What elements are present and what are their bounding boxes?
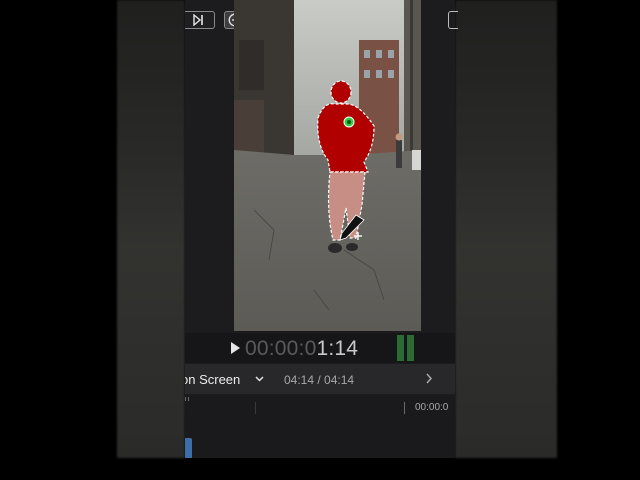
clip-info-bar: on Screen 04:14 / 04:14 — [185, 364, 455, 394]
skip-to-end-button[interactable] — [185, 11, 215, 29]
chevron-down-icon[interactable] — [255, 376, 264, 382]
audio-meter-left — [397, 335, 404, 361]
ruler-tick — [404, 402, 405, 414]
background-left-blur — [117, 0, 185, 458]
tracking-marker[interactable] — [343, 116, 355, 128]
toolbar-overflow-button[interactable] — [448, 11, 458, 29]
ruler-time-label: 00:00:0 — [415, 402, 449, 413]
ruler-tick — [185, 397, 186, 401]
clip-name[interactable]: on Screen — [185, 372, 240, 387]
timeline[interactable]: 00:00:0 — [185, 395, 455, 458]
editor-window: 00:00:01:14 on Screen 04:14 / 04:14 00:0… — [185, 0, 455, 458]
timeline-clip[interactable] — [185, 438, 192, 458]
timecode-dim: 00:00:0 — [245, 337, 317, 360]
play-icon[interactable] — [229, 342, 241, 354]
video-viewer[interactable] — [234, 0, 421, 331]
timecode-lit: 1:14 — [316, 337, 359, 360]
chevron-right-icon[interactable] — [425, 373, 433, 384]
clip-duration: 04:14 / 04:14 — [284, 373, 355, 387]
skip-to-end-icon — [193, 14, 203, 26]
audio-meter-right — [407, 335, 414, 361]
timecode: 00:00:01:14 — [245, 337, 358, 361]
ruler-tick — [188, 397, 189, 401]
ruler-tick — [255, 402, 256, 414]
video-frame — [234, 0, 421, 331]
background-right-blur — [455, 0, 557, 458]
playback-bar: 00:00:01:14 — [185, 333, 455, 363]
